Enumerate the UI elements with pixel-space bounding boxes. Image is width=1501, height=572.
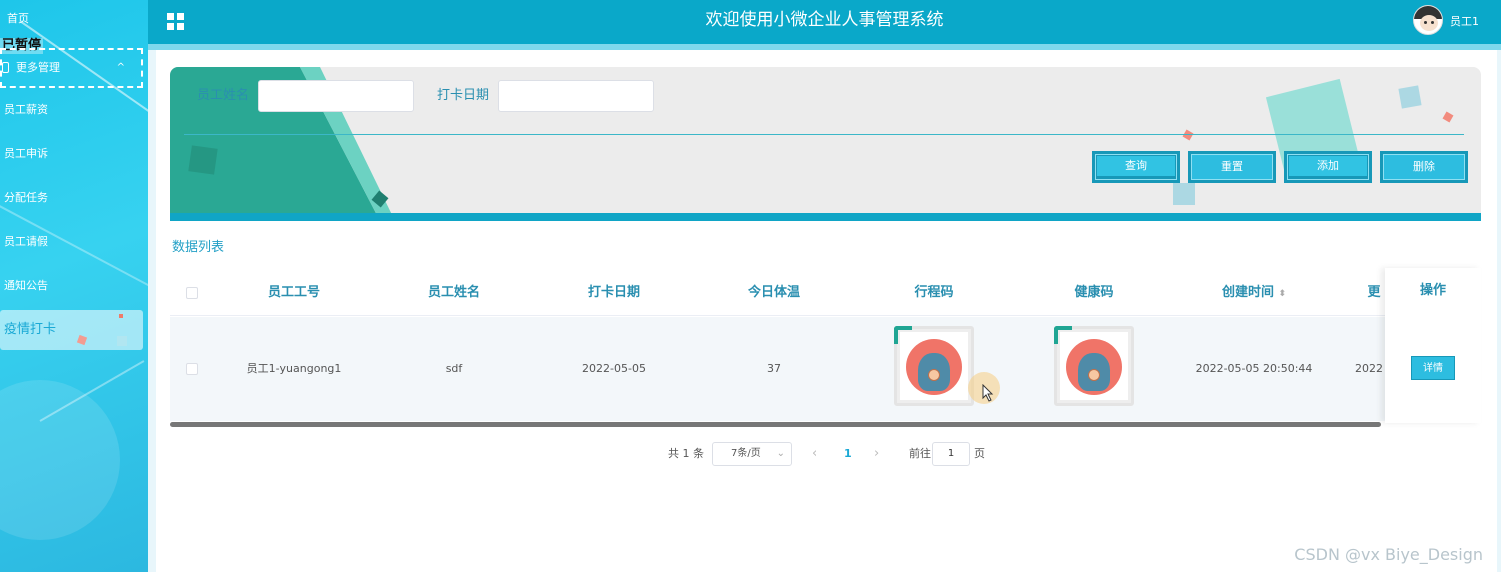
detail-button[interactable]: 详情 [1411,356,1455,380]
sidebar-item-salary[interactable]: 员工薪资 [0,100,148,120]
sidebar-item-label: 疫情打卡 [4,322,57,337]
sort-caret-icon[interactable]: ⬍ [1279,289,1287,299]
sidebar: 首页 已暂停 更多管理 ^ 员工薪资 员工申诉 分配任务 员工请假 通知公告 疫… [0,0,148,572]
employee-name-label: 员工姓名 [197,88,250,103]
health-code-image[interactable] [1054,326,1134,406]
column-header-sortable[interactable]: 创建时间 ⬍ [1174,270,1334,317]
goto-label: 前往 [909,447,931,460]
decor-square [76,334,88,346]
page-number[interactable]: 1 [844,442,852,466]
decor-square [1398,85,1422,109]
sidebar-item-notice[interactable]: 通知公告 [0,276,148,296]
decor-square [188,145,218,175]
chevron-down-icon: ⌄ [776,448,785,459]
prev-page-icon[interactable]: ‹ [812,442,817,466]
phone-icon [2,62,9,73]
search-panel: 员工姓名 打卡日期 查询 重置 添加 删除 [170,67,1481,221]
page-suffix: 页 [974,447,985,460]
query-button[interactable]: 查询 [1092,151,1180,183]
checkin-date-input[interactable] [498,80,654,112]
sidebar-item-assign-task[interactable]: 分配任务 [0,188,148,208]
cell-employee-name: sdf [445,362,463,375]
decor-square [1182,129,1194,141]
horizontal-scrollbar[interactable] [170,422,1381,427]
main-content: 员工姓名 打卡日期 查询 重置 添加 删除 数据列表 员工工号 员工姓名 打卡日… [156,50,1497,572]
column-header: 员工姓名 [427,285,480,300]
reset-button[interactable]: 重置 [1188,151,1276,183]
avatar[interactable] [1413,5,1443,35]
page-size-select[interactable]: 7条/页 ⌄ [712,442,792,466]
pagination-total: 共 1 条 [668,447,704,460]
decor-square [117,336,127,346]
cell-employee-id: 员工1-yuangong1 [246,362,342,375]
column-header: 打卡日期 [587,285,640,300]
watermark: CSDN @vx Biye_Design [1294,545,1483,564]
data-table: 员工工号 员工姓名 打卡日期 今日体温 行程码 健康码 创建时间 ⬍ 更 员工1… [170,268,1481,427]
sidebar-group-more-manage[interactable]: 更多管理 ^ [0,48,143,88]
add-button[interactable]: 添加 [1284,151,1372,183]
cell-temperature: 37 [767,362,781,375]
fixed-action-column: 操作 详情 [1385,268,1481,423]
panel-bottom-bar [170,213,1481,221]
column-header: 员工工号 [267,285,320,300]
chevron-up-icon: ^ [116,62,125,73]
mouse-cursor-icon [982,384,994,402]
list-title: 数据列表 [172,240,225,255]
panel-divider [184,134,1464,135]
sidebar-item-home[interactable]: 首页 [0,9,148,29]
decor-blob [0,380,120,540]
row-checkbox[interactable] [186,363,198,375]
cell-updated-at: 2022 [1355,362,1383,375]
goto-page-input[interactable]: 1 [932,442,970,466]
delete-button[interactable]: 删除 [1380,151,1468,183]
select-all-checkbox[interactable] [186,287,198,299]
column-header: 操作 [1419,283,1446,298]
decor-square [119,314,123,318]
itinerary-code-image[interactable] [894,326,974,406]
column-header: 今日体温 [747,285,800,300]
column-header: 健康码 [1074,285,1114,300]
page-title: 欢迎使用小微企业人事管理系统 [705,10,944,30]
cell-created-at: 2022-05-05 20:50:44 [1195,362,1313,375]
sidebar-group-label: 更多管理 [16,61,60,74]
user-name[interactable]: 员工1 [1450,0,1479,44]
decor-square [1442,111,1454,123]
sidebar-item-appeal[interactable]: 员工申诉 [0,144,148,164]
table-row: 员工1-yuangong1 sdf 2022-05-05 37 2022-05-… [170,317,1481,421]
decor-square [1173,183,1195,205]
column-header: 行程码 [914,285,954,300]
sidebar-item-epidemic-checkin[interactable]: 疫情打卡 [0,310,143,350]
checkin-date-label: 打卡日期 [437,88,490,103]
table-header: 员工工号 员工姓名 打卡日期 今日体温 行程码 健康码 创建时间 ⬍ 更 [170,270,1481,316]
sidebar-item-leave[interactable]: 员工请假 [0,232,148,252]
cell-checkin-date: 2022-05-05 [582,362,646,375]
top-header: 欢迎使用小微企业人事管理系统 员工1 [148,0,1501,44]
next-page-icon[interactable]: › [874,442,879,466]
employee-name-input[interactable] [258,80,414,112]
